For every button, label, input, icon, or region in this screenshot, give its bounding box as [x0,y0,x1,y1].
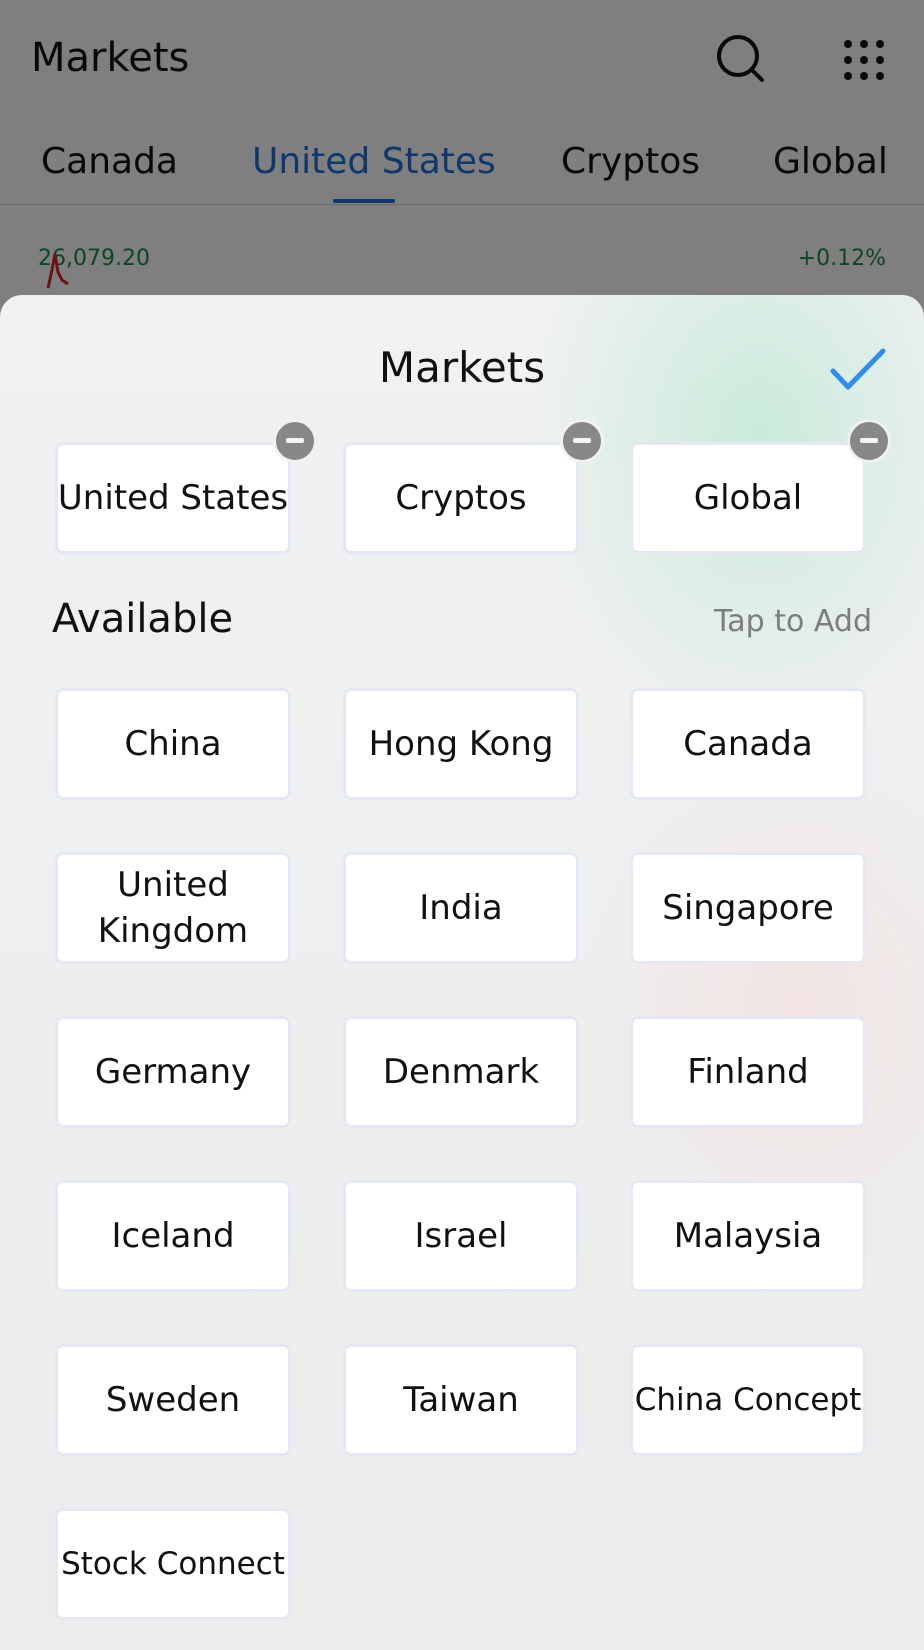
tile-label: India [419,888,503,928]
tile-label: Israel [414,1216,508,1256]
tile-label: Germany [94,1052,252,1092]
available-market-tile[interactable]: Finland [630,1016,866,1128]
tile-label: China Concept [634,1382,862,1418]
sheet-title: Markets [378,343,546,392]
available-market-tile[interactable]: Sweden [55,1344,291,1456]
available-market-tile[interactable]: Stock Connect [55,1508,291,1620]
available-market-tile[interactable]: Malaysia [630,1180,866,1292]
available-market-tile[interactable]: Germany [55,1016,291,1128]
tile-label: China [124,724,222,764]
confirm-button[interactable] [828,345,888,395]
available-market-tile[interactable]: Iceland [55,1180,291,1292]
tile-label: Iceland [111,1216,235,1256]
available-market-tile[interactable]: Hong Kong [343,688,579,800]
available-market-tile[interactable]: United Kingdom [55,852,291,964]
available-market-tile[interactable]: Denmark [343,1016,579,1128]
tap-to-add-hint: Tap to Add [713,604,872,639]
selected-market-tile[interactable]: Global [630,442,866,554]
available-market-tile[interactable]: China [55,688,291,800]
tile-label: United Kingdom [97,865,249,951]
remove-market-button[interactable] [273,419,317,463]
tile-label: United States [57,478,289,518]
available-market-tile[interactable]: China Concept [630,1344,866,1456]
tile-label: Cryptos [395,478,527,518]
selected-market-tile[interactable]: Cryptos [343,442,579,554]
tile-label: Sweden [105,1380,241,1420]
tile-label: Canada [683,724,813,764]
tile-label: Stock Connect [61,1546,285,1582]
tile-label: Hong Kong [368,724,554,764]
remove-market-button[interactable] [847,419,891,463]
tile-label: Singapore [662,888,834,928]
tile-label: Malaysia [673,1216,823,1256]
tile-label: Global [693,478,803,518]
available-market-tile[interactable]: Canada [630,688,866,800]
available-market-tile[interactable]: Singapore [630,852,866,964]
available-section-title: Available [52,596,234,642]
remove-market-button[interactable] [560,419,604,463]
tile-label: Taiwan [403,1380,519,1420]
markets-edit-sheet: Markets United States Cryptos Global Ava… [0,295,924,1650]
available-market-tile[interactable]: India [343,852,579,964]
selected-market-tile[interactable]: United States [55,442,291,554]
available-market-tile[interactable]: Israel [343,1180,579,1292]
tile-label: Denmark [382,1052,540,1092]
available-market-tile[interactable]: Taiwan [343,1344,579,1456]
checkmark-icon [830,348,886,390]
tile-label: Finland [687,1052,809,1092]
